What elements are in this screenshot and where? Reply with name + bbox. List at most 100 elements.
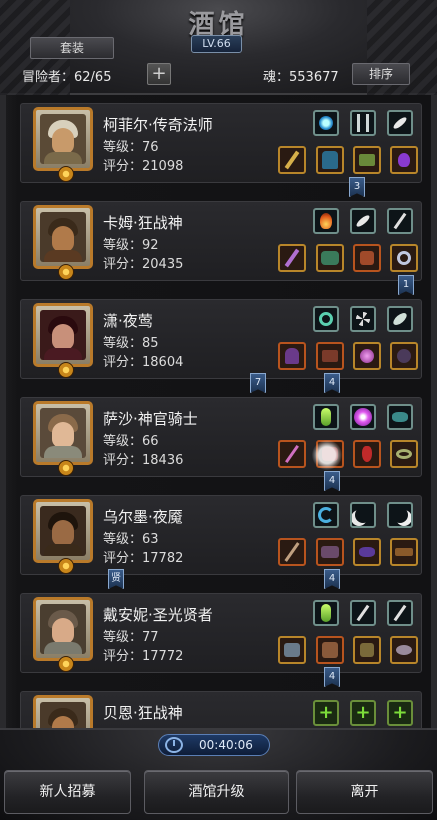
hero-score: 评分：20435 bbox=[103, 257, 184, 272]
tavern-header: 酒馆 LV.66 套装 冒险者：62/65 + 魂：553677 排序 bbox=[0, 0, 437, 95]
soul-count: 魂：553677 bbox=[263, 70, 339, 85]
equip-bracelet-icon[interactable] bbox=[390, 440, 418, 468]
skill-feather-icon[interactable] bbox=[350, 208, 376, 234]
equip-cloak-icon[interactable] bbox=[278, 342, 306, 370]
hero-score: 评分：18604 bbox=[103, 355, 184, 370]
skill-blade-icon[interactable] bbox=[387, 208, 413, 234]
hero-card[interactable]: 戴安妮·圣光贤者 等级：77 评分：17772 bbox=[20, 593, 422, 673]
hero-card[interactable]: 贝恩·狂战神 + + + bbox=[20, 691, 422, 728]
equip-belt-icon[interactable] bbox=[390, 538, 418, 566]
bottom-bar: 00:40:06 新人招募 酒馆升级 离开 bbox=[0, 728, 437, 820]
tavern-level-badge: LV.66 bbox=[191, 35, 242, 53]
equip-armor-icon[interactable] bbox=[316, 244, 344, 272]
timer-text: 00:40:06 bbox=[199, 738, 253, 752]
skill-blade-icon[interactable] bbox=[350, 600, 376, 626]
hero-portrait[interactable] bbox=[33, 107, 93, 182]
equip-charm-icon[interactable] bbox=[353, 342, 381, 370]
hero-portrait[interactable] bbox=[33, 597, 93, 672]
equip-mask-icon[interactable] bbox=[353, 538, 381, 566]
skill-shield-icon[interactable] bbox=[387, 404, 413, 430]
leave-button[interactable]: 离开 bbox=[296, 770, 433, 814]
portrait-image bbox=[40, 506, 86, 556]
hero-card[interactable]: 柯菲尔·传奇法师 等级：76 评分：21098 bbox=[20, 103, 422, 183]
skill-vortex-icon[interactable] bbox=[313, 502, 339, 528]
equip-sword-icon[interactable] bbox=[278, 244, 306, 272]
hero-level: 等级：77 bbox=[103, 630, 159, 645]
hero-name: 卡姆·狂战神 bbox=[103, 214, 183, 232]
star-flag: 4 bbox=[324, 471, 340, 491]
rank-emblem-icon bbox=[58, 460, 74, 476]
add-skill-icon[interactable]: + bbox=[350, 700, 376, 726]
add-slot-button[interactable]: + bbox=[147, 63, 171, 85]
hero-portrait[interactable] bbox=[33, 303, 93, 378]
equip-hammer-icon[interactable] bbox=[278, 636, 306, 664]
equip-gem-icon[interactable] bbox=[390, 146, 418, 174]
equip-robe-icon[interactable] bbox=[316, 146, 344, 174]
add-skill-icon[interactable]: + bbox=[313, 700, 339, 726]
skill-dagger-icon[interactable] bbox=[350, 306, 376, 332]
star-flag: 4 bbox=[324, 569, 340, 589]
equip-amulet-icon[interactable] bbox=[390, 636, 418, 664]
equip-ring-icon[interactable] bbox=[390, 244, 418, 272]
portrait-image bbox=[40, 408, 86, 458]
hero-list[interactable]: 柯菲尔·传奇法师 等级：76 评分：21098 3 卡姆·狂战神 等级：92 评… bbox=[0, 95, 437, 728]
rank-emblem-icon bbox=[58, 656, 74, 672]
skill-leaf-icon[interactable] bbox=[387, 306, 413, 332]
skill-swirl-icon[interactable] bbox=[313, 306, 339, 332]
skill-chains-icon[interactable] bbox=[350, 110, 376, 136]
skill-crescent-icon[interactable] bbox=[350, 502, 376, 528]
equip-claw-icon[interactable] bbox=[316, 538, 344, 566]
skill-slash-icon[interactable] bbox=[387, 502, 413, 528]
equip-gloves-icon[interactable] bbox=[353, 636, 381, 664]
equip-plate-icon[interactable] bbox=[316, 636, 344, 664]
hero-name: 潇·夜莺 bbox=[103, 312, 153, 330]
set-button[interactable]: 套装 bbox=[30, 37, 114, 59]
hero-score: 评分：18436 bbox=[103, 453, 184, 468]
equip-boots-icon[interactable] bbox=[353, 146, 381, 174]
skill-orb-icon[interactable] bbox=[313, 110, 339, 136]
hero-level: 等级：92 bbox=[103, 238, 159, 253]
hero-portrait[interactable] bbox=[33, 499, 93, 574]
hero-portrait[interactable] bbox=[33, 401, 93, 476]
hero-card[interactable]: 乌尔墨·夜魇 等级：63 评分：17782 bbox=[20, 495, 422, 575]
equip-gauntlet-icon[interactable] bbox=[353, 244, 381, 272]
equip-spear-icon[interactable] bbox=[278, 538, 306, 566]
hero-card[interactable]: 卡姆·狂战神 等级：92 评分：20435 bbox=[20, 201, 422, 281]
skill-arcane-icon[interactable] bbox=[350, 404, 376, 430]
skill-blade-icon[interactable] bbox=[387, 600, 413, 626]
hero-score: 评分：21098 bbox=[103, 159, 184, 174]
star-flag: 1 bbox=[398, 275, 414, 295]
star-flag: 3 bbox=[349, 177, 365, 197]
equip-potion-icon[interactable] bbox=[353, 440, 381, 468]
recruit-button[interactable]: 新人招募 bbox=[4, 770, 131, 814]
portrait-image bbox=[40, 114, 86, 164]
equip-pouch-icon[interactable] bbox=[390, 342, 418, 370]
hero-portrait[interactable] bbox=[33, 695, 93, 728]
hero-name: 柯菲尔·传奇法师 bbox=[103, 116, 213, 134]
rank-emblem-icon bbox=[58, 264, 74, 280]
skill-fire-icon[interactable] bbox=[313, 208, 339, 234]
hero-card[interactable]: 萨沙·神官骑士 等级：66 评分：18436 bbox=[20, 397, 422, 477]
add-skill-icon[interactable]: + bbox=[387, 700, 413, 726]
sort-button[interactable]: 排序 bbox=[352, 63, 410, 85]
tavern-upgrade-button[interactable]: 酒馆升级 bbox=[144, 770, 289, 814]
portrait-image bbox=[40, 702, 86, 728]
equip-wand-icon[interactable] bbox=[278, 440, 306, 468]
hero-portrait[interactable] bbox=[33, 205, 93, 280]
hero-card[interactable]: 潇·夜莺 等级：85 评分：18604 bbox=[20, 299, 422, 379]
star-flag: 4 bbox=[324, 373, 340, 393]
equip-staff-icon[interactable] bbox=[278, 146, 306, 174]
skill-feather-icon[interactable] bbox=[387, 110, 413, 136]
hero-level: 等级：76 bbox=[103, 140, 159, 155]
skill-light-icon[interactable] bbox=[313, 600, 339, 626]
clock-icon bbox=[165, 737, 183, 753]
refresh-timer: 00:40:06 bbox=[158, 734, 270, 756]
skill-light-icon[interactable] bbox=[313, 404, 339, 430]
rank-emblem-icon bbox=[58, 558, 74, 574]
portrait-image bbox=[40, 310, 86, 360]
equip-chest-icon[interactable] bbox=[316, 342, 344, 370]
star-flag: 7 bbox=[250, 373, 266, 393]
rank-emblem-icon bbox=[58, 362, 74, 378]
hero-name: 戴安妮·圣光贤者 bbox=[103, 606, 213, 624]
star-flag: 贤 bbox=[108, 569, 124, 589]
